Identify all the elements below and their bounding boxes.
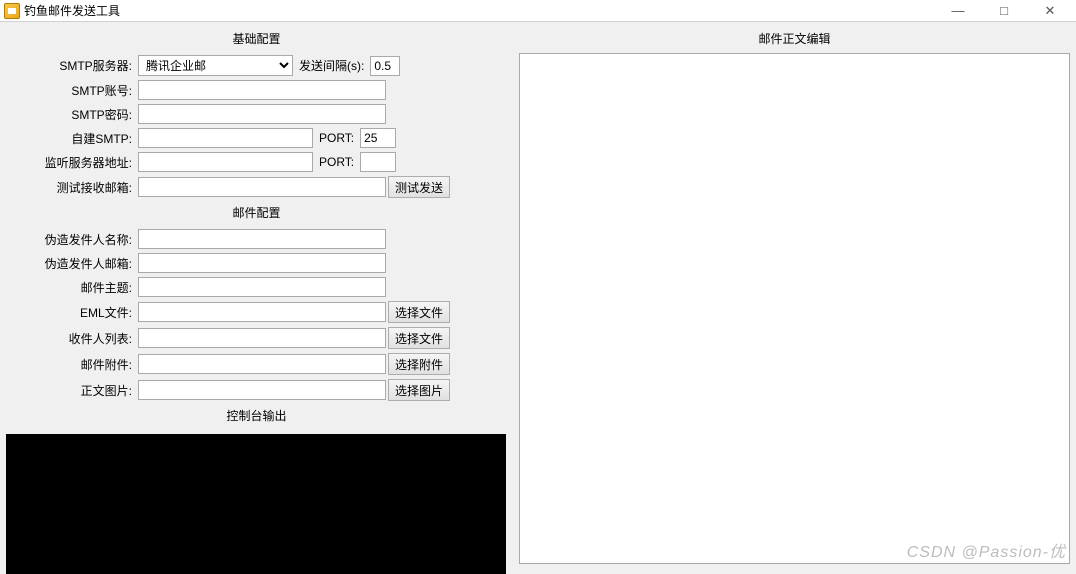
editor-heading: 邮件正文编辑 [519,26,1070,53]
fake-name-input[interactable] [138,229,386,249]
smtp-account-label: SMTP账号: [6,82,136,99]
mail-config-heading: 邮件配置 [0,200,513,227]
listen-port-input[interactable] [360,152,396,172]
fake-email-label: 伪造发件人邮箱: [6,255,136,272]
test-send-button[interactable]: 测试发送 [388,176,450,198]
window-titlebar: 钓鱼邮件发送工具 — □ ✕ [0,0,1076,22]
fake-name-label: 伪造发件人名称: [6,231,136,248]
custom-smtp-label: 自建SMTP: [6,130,136,147]
close-button[interactable]: ✕ [1036,3,1064,19]
listen-port-label: PORT: [315,155,358,169]
interval-label: 发送间隔(s): [295,57,368,74]
listen-addr-label: 监听服务器地址: [6,154,136,171]
smtp-account-input[interactable] [138,80,386,100]
body-image-choose-button[interactable]: 选择图片 [388,379,450,401]
test-recv-label: 测试接收邮箱: [6,179,136,196]
body-image-label: 正文图片: [6,382,136,399]
subject-label: 邮件主题: [6,279,136,296]
console-heading: 控制台输出 [0,403,513,430]
recipients-label: 收件人列表: [6,330,136,347]
attachment-choose-button[interactable]: 选择附件 [388,353,450,375]
eml-label: EML文件: [6,304,136,321]
basic-config-heading: 基础配置 [0,26,513,53]
custom-port-label: PORT: [315,131,358,145]
window-title: 钓鱼邮件发送工具 [24,2,120,19]
fake-email-input[interactable] [138,253,386,273]
right-panel: 邮件正文编辑 [513,22,1076,570]
smtp-server-select[interactable]: 腾讯企业邮 [138,55,293,76]
attachment-label: 邮件附件: [6,356,136,373]
subject-input[interactable] [138,277,386,297]
eml-input[interactable] [138,302,386,322]
smtp-server-label: SMTP服务器: [6,57,136,74]
custom-smtp-input[interactable] [138,128,313,148]
listen-addr-input[interactable] [138,152,313,172]
left-panel: 基础配置 SMTP服务器: 腾讯企业邮 发送间隔(s): SMTP账号: SMT… [0,22,513,570]
smtp-password-input[interactable] [138,104,386,124]
attachment-input[interactable] [138,354,386,374]
mail-body-editor[interactable] [519,53,1070,564]
recipients-input[interactable] [138,328,386,348]
interval-input[interactable] [370,56,400,76]
console-output [6,434,506,574]
test-recv-input[interactable] [138,177,386,197]
minimize-button[interactable]: — [944,3,972,19]
smtp-password-label: SMTP密码: [6,106,136,123]
recipients-choose-button[interactable]: 选择文件 [388,327,450,349]
eml-choose-button[interactable]: 选择文件 [388,301,450,323]
maximize-button[interactable]: □ [990,3,1018,19]
body-image-input[interactable] [138,380,386,400]
app-icon [4,3,20,19]
custom-port-input[interactable] [360,128,396,148]
